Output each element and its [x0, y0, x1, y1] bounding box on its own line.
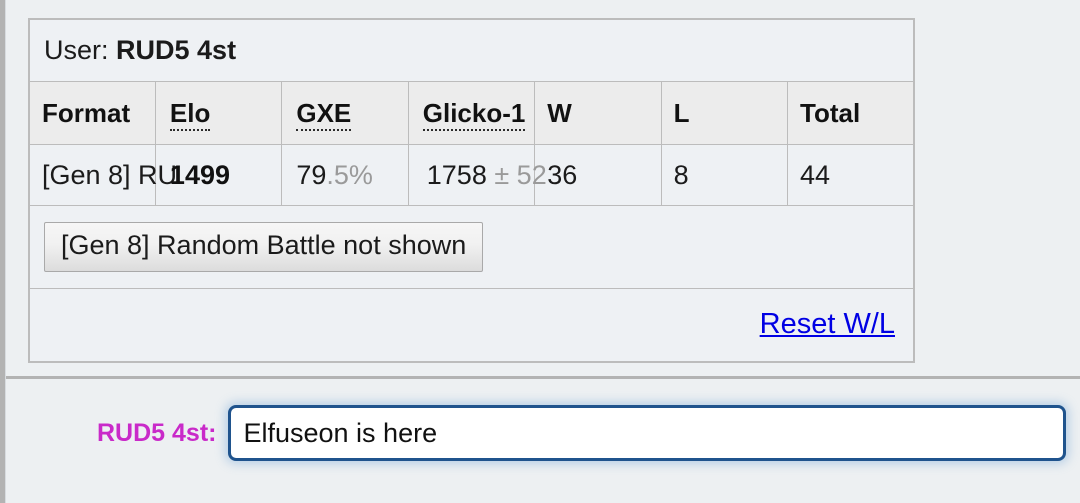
cell-losses-value: 8	[673, 159, 689, 190]
cell-elo-value: 1499	[169, 159, 230, 190]
hidden-format-row: [Gen 8] Random Battle not shown	[29, 205, 914, 289]
column-header-total: Total	[787, 81, 915, 145]
column-header-wins: W	[534, 81, 662, 145]
username-value: RUD5 4st	[116, 35, 237, 65]
user-label: User:	[44, 35, 109, 65]
column-header-elo-label: Elo	[169, 97, 211, 131]
cell-gxe-fraction: .5%	[326, 159, 373, 190]
chat-username-label: RUD5 4st:	[97, 418, 217, 447]
column-header-elo[interactable]: Elo	[154, 81, 283, 145]
chat-message-input[interactable]	[228, 405, 1066, 461]
cell-total: 44	[787, 144, 915, 206]
chat-input-area: RUD5 4st:	[6, 379, 1080, 503]
column-header-format: Format	[28, 81, 156, 145]
cell-glicko-deviation: ± 52	[494, 159, 547, 190]
cell-glicko-value: 1758	[426, 159, 487, 190]
column-header-losses-label: L	[673, 97, 690, 128]
cell-gxe-value: 79	[296, 159, 327, 190]
cell-glicko: 1758 ± 52	[407, 144, 547, 206]
column-header-losses: L	[660, 81, 789, 145]
column-header-wins-label: W	[547, 97, 572, 128]
column-header-glicko-label: Glicko-1	[422, 97, 526, 131]
cell-format-value: [Gen 8] RU	[42, 159, 178, 190]
column-header-total-label: Total	[800, 97, 861, 128]
reset-wl-link[interactable]: Reset W/L	[760, 308, 895, 340]
table-header-row: Format Elo GXE Glicko-1 W L Total	[28, 81, 915, 145]
cell-elo: 1499	[154, 144, 283, 206]
ratings-panel: User: RUD5 4st Format Elo GXE Glicko-1 W…	[6, 0, 1080, 376]
column-header-gxe[interactable]: GXE	[281, 81, 409, 145]
table-row: [Gen 8] RU 1499 79.5% 1758 ± 52 36 8 44	[28, 144, 915, 206]
reset-row: Reset W/L	[29, 288, 914, 362]
hidden-format-cell: [Gen 8] Random Battle not shown	[29, 205, 914, 289]
chat-input-wrapper	[228, 405, 1066, 461]
column-header-glicko[interactable]: Glicko-1	[407, 81, 536, 145]
cell-wins-value: 36	[547, 159, 578, 190]
cell-format: [Gen 8] RU	[28, 144, 177, 206]
reset-cell: Reset W/L	[29, 288, 914, 362]
cell-wins: 36	[534, 144, 662, 206]
ratings-table: User: RUD5 4st Format Elo GXE Glicko-1 W…	[28, 18, 915, 363]
show-hidden-format-button[interactable]: [Gen 8] Random Battle not shown	[44, 222, 484, 272]
cell-total-value: 44	[800, 159, 831, 190]
cell-losses: 8	[660, 144, 789, 206]
user-header-row: User: RUD5 4st	[29, 19, 914, 82]
user-header-cell: User: RUD5 4st	[29, 19, 914, 82]
chat-row: RUD5 4st:	[6, 405, 1080, 461]
cell-gxe: 79.5%	[281, 144, 409, 206]
column-header-gxe-label: GXE	[296, 97, 352, 131]
column-header-format-label: Format	[42, 97, 131, 128]
